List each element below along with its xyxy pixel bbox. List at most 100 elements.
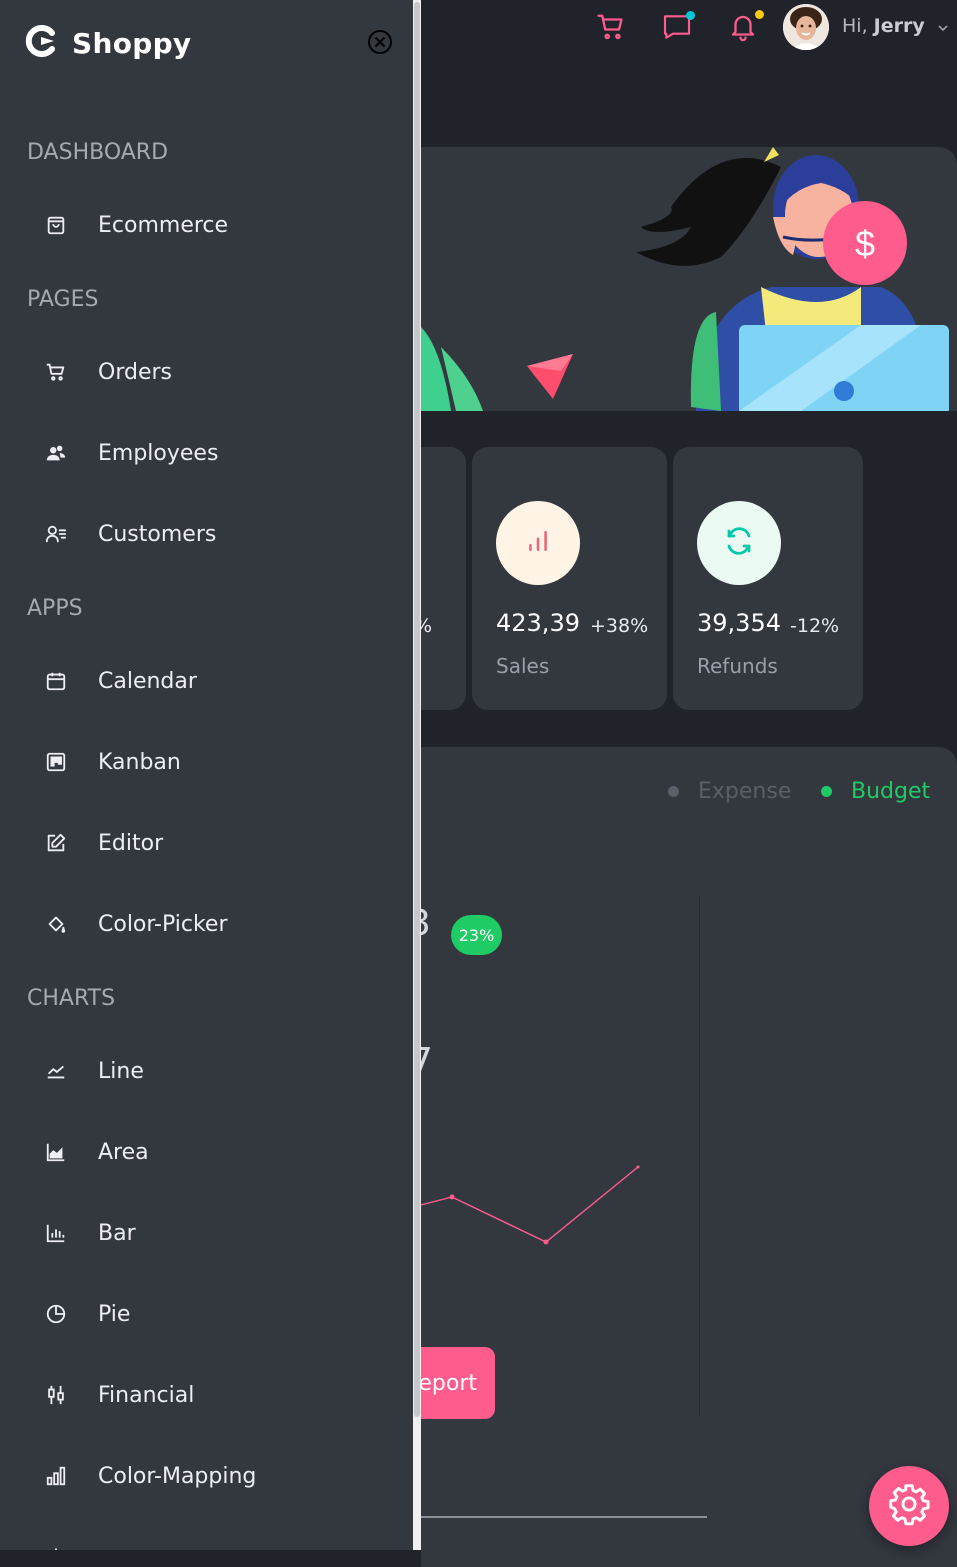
logo-icon: [24, 24, 58, 62]
sidebar-item-label: Area: [98, 1139, 149, 1165]
stat-card-sales: 423,39 +38% Sales: [472, 447, 667, 710]
line-chart-icon: [45, 1060, 67, 1082]
stat-icon-button[interactable]: [496, 501, 580, 585]
sidebar-item-financial[interactable]: Financial: [0, 1365, 413, 1425]
chart-icon: [45, 1546, 67, 1550]
stat-label: Sales: [496, 654, 550, 678]
section-title-apps: APPS: [27, 596, 83, 621]
pie-chart-icon: [45, 1303, 67, 1325]
sidebar-item-label: Color-Mapping: [98, 1463, 257, 1489]
download-report-button[interactable]: eport: [412, 1347, 495, 1419]
stat-percent: -12%: [790, 615, 840, 637]
legend-dot: [821, 786, 832, 797]
notification-button[interactable]: [726, 10, 764, 47]
sidebar-item-color-picker[interactable]: Color-Picker: [0, 894, 413, 954]
close-icon: [367, 30, 393, 59]
chevron-down-icon[interactable]: [937, 19, 949, 38]
sidebar-item-label: Customers: [98, 521, 217, 547]
cart-icon: [595, 12, 627, 46]
sidebar-item-kanban[interactable]: Kanban: [0, 732, 413, 792]
earnings-banner: $: [421, 147, 957, 411]
chart-divider: [699, 896, 700, 1416]
sidebar-item-label: Ecommerce: [98, 212, 229, 238]
greeting-text: Hi,: [842, 15, 868, 37]
legend-budget: Budget: [821, 779, 930, 804]
sidebar-item-label: Line: [98, 1058, 144, 1084]
candlestick-icon: [45, 1384, 67, 1406]
sidebar-item-label: Kanban: [98, 749, 181, 775]
stat-label: Refunds: [697, 654, 778, 678]
stat-percent: +38%: [590, 615, 649, 637]
sidebar-item-color-mapping[interactable]: Color-Mapping: [0, 1446, 413, 1506]
bar-chart-icon: [525, 528, 551, 558]
sidebar-item-orders[interactable]: Orders: [0, 342, 413, 402]
app-name: Shoppy: [72, 26, 192, 60]
sidebar-item-label: Orders: [98, 359, 172, 385]
bell-icon: [728, 11, 758, 47]
close-sidebar-button[interactable]: [367, 29, 393, 55]
area-chart-icon: [45, 1141, 67, 1163]
user-name: Jerry: [873, 15, 925, 37]
percent-badge: 23%: [451, 915, 502, 955]
legend-label: Budget: [851, 779, 931, 804]
sidebar-item-label: Pie: [98, 1301, 131, 1327]
stat-card-refunds: 39,354 -12% Refunds: [673, 447, 863, 710]
calendar-icon: [45, 670, 67, 692]
user-greeting[interactable]: Hi, Jerry: [842, 15, 925, 37]
cart-icon: [45, 361, 67, 383]
legend-dot: [668, 786, 679, 797]
sidebar-item-calendar[interactable]: Calendar: [0, 651, 413, 711]
bell-notification-dot: [755, 10, 764, 19]
shopping-bag-icon: [45, 214, 67, 236]
revenue-updates-card: [421, 747, 957, 1567]
app-logo[interactable]: Shoppy: [24, 24, 191, 62]
sidebar: Shoppy DASHBOARD Ecommerce PAGES Orders …: [0, 0, 413, 1550]
sidebar-item-ecommerce[interactable]: Ecommerce: [0, 195, 413, 255]
sidebar-item-label: Bar: [98, 1220, 136, 1246]
sidebar-item-editor[interactable]: Editor: [0, 813, 413, 873]
color-mapping-icon: [45, 1465, 67, 1487]
edit-icon: [45, 832, 67, 854]
chat-notification-dot: [686, 11, 695, 20]
sidebar-item-customers[interactable]: Customers: [0, 504, 413, 564]
sparkline-point: [449, 1194, 455, 1200]
sidebar-item-bar[interactable]: Bar: [0, 1203, 413, 1263]
customers-icon: [45, 523, 67, 545]
sidebar-scrollbar-thumb[interactable]: [414, 2, 420, 1417]
gear-icon: [887, 1482, 931, 1530]
sparkline-chart: [421, 1165, 640, 1245]
bar-chart-icon: [45, 1222, 67, 1244]
refresh-icon: [724, 526, 754, 560]
stat-icon-button[interactable]: [697, 501, 781, 585]
sidebar-item-area[interactable]: Area: [0, 1122, 413, 1182]
kanban-icon: [45, 751, 67, 773]
dollar-sign: $: [855, 223, 875, 264]
settings-button[interactable]: [869, 1466, 949, 1546]
sidebar-item-label: Employees: [98, 440, 219, 466]
sidebar-item-label: Calendar: [98, 668, 197, 694]
sidebar-item-label: Color-Picker: [98, 911, 228, 937]
employees-icon: [45, 442, 67, 464]
paint-bucket-icon: [45, 913, 67, 935]
cart-button[interactable]: [594, 12, 628, 46]
sidebar-item-cutoff[interactable]: [0, 1527, 413, 1550]
legend-expense: Expense: [668, 779, 791, 804]
divider-line: [421, 1516, 707, 1518]
section-title-dashboard: DASHBOARD: [27, 140, 169, 165]
section-title-charts: CHARTS: [27, 986, 116, 1011]
sidebar-item-line[interactable]: Line: [0, 1041, 413, 1101]
sidebar-item-employees[interactable]: Employees: [0, 423, 413, 483]
sidebar-item-label: Editor: [98, 830, 164, 856]
chat-button[interactable]: [660, 11, 695, 46]
legend-label: Expense: [698, 779, 792, 804]
sparkline-point: [636, 1165, 640, 1169]
banner-illustration: $: [421, 147, 949, 411]
sidebar-item-label: Financial: [98, 1382, 195, 1408]
avatar[interactable]: [783, 4, 829, 50]
stat-value: 423,39: [496, 609, 580, 637]
section-title-pages: PAGES: [27, 287, 99, 312]
sparkline-line: [421, 1166, 639, 1243]
sparkline-point: [543, 1239, 549, 1245]
sidebar-item-pie[interactable]: Pie: [0, 1284, 413, 1344]
stat-value: 39,354: [697, 609, 781, 637]
